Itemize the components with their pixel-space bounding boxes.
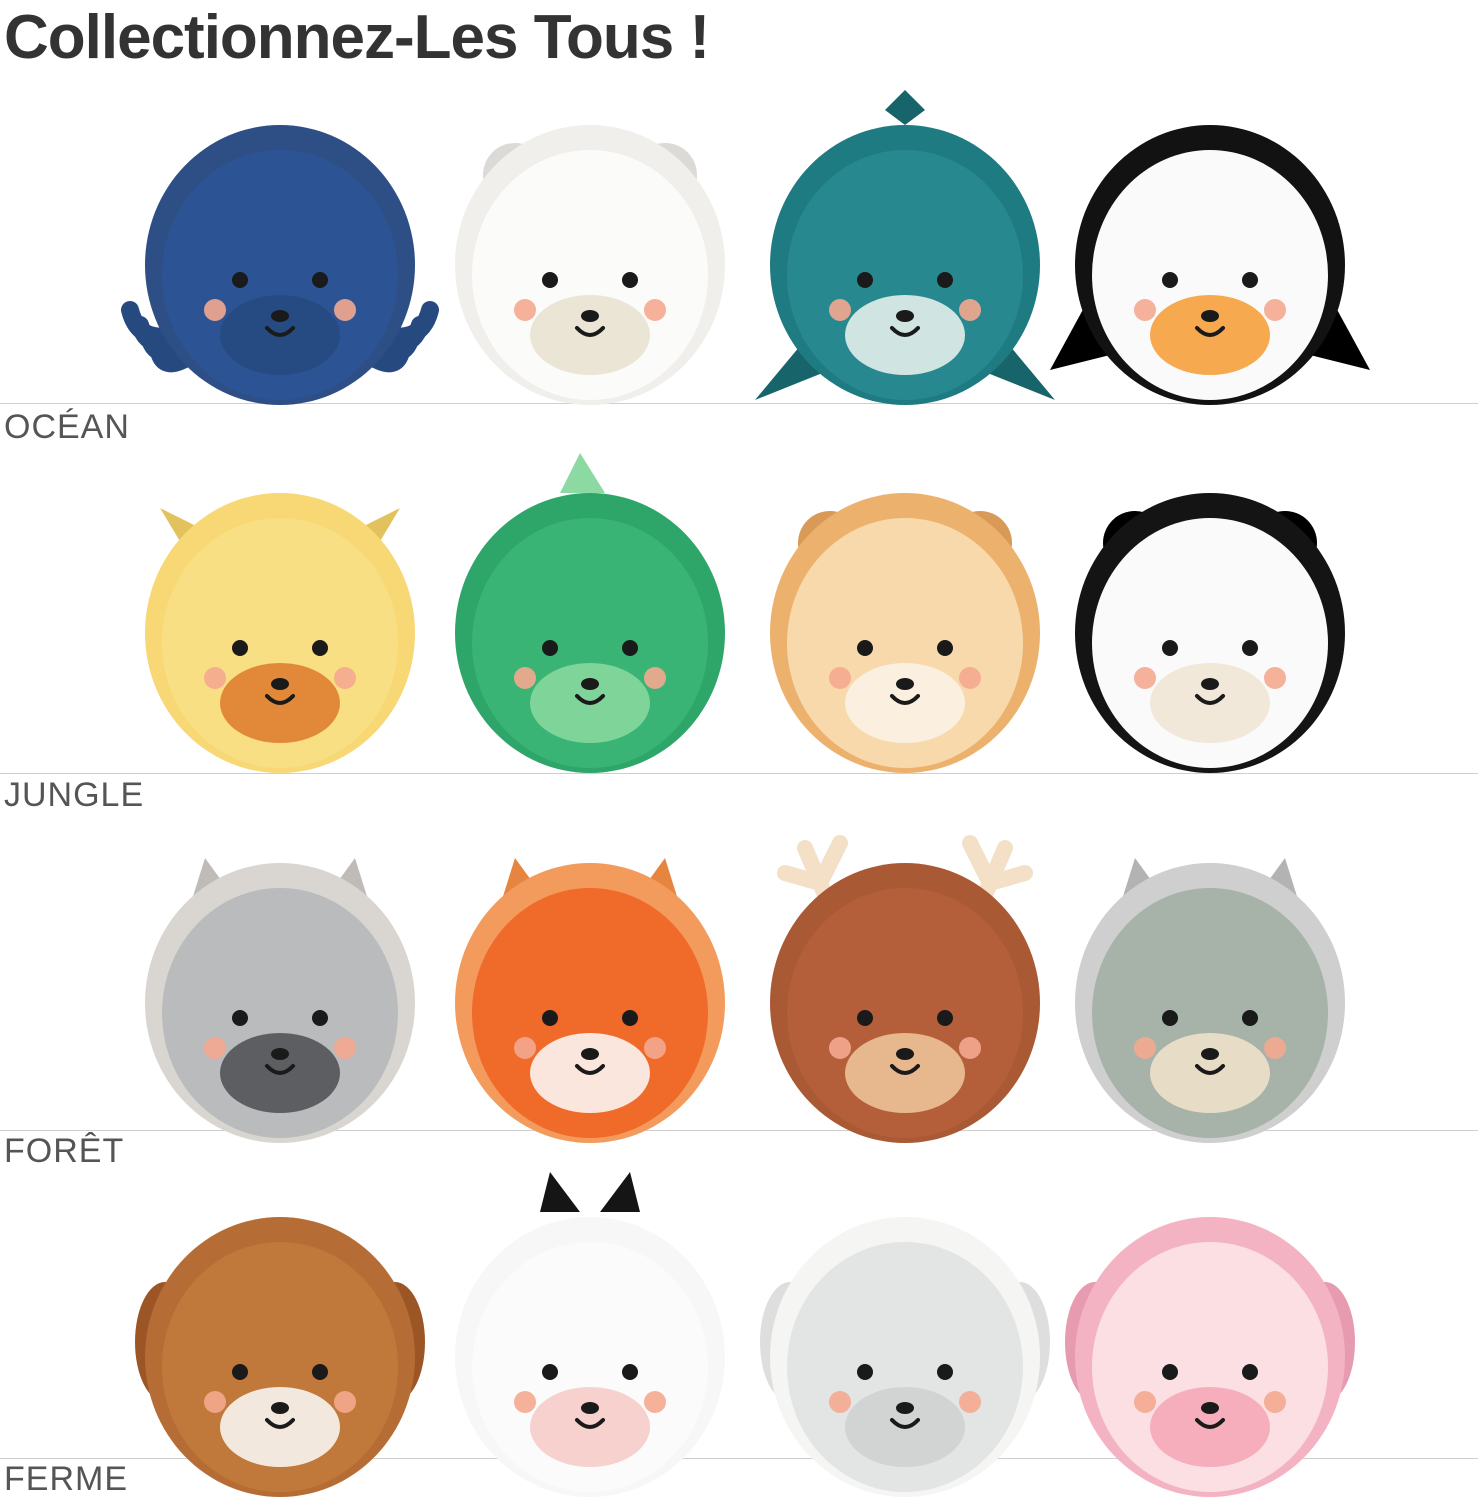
dinosaur-plush-icon: [430, 448, 750, 778]
polar-bear-plush-icon-graphic: [455, 125, 725, 405]
polar-bear-plush-icon: [430, 80, 750, 410]
bear-plush-icon: [745, 818, 1065, 1148]
pig-plush-icon: [1050, 1172, 1370, 1502]
penguin-plush-icon-graphic: [1050, 125, 1370, 405]
section-label: FORÊT: [4, 1132, 125, 1170]
penguin-plush-icon: [1050, 80, 1370, 410]
raccoon-plush-icon: [120, 818, 440, 1148]
owl-plush-icon: [1050, 818, 1370, 1148]
raccoon-plush-icon-graphic: [145, 858, 415, 1143]
section-label: JUNGLE: [4, 776, 145, 814]
dog-plush-icon-graphic: [135, 1217, 425, 1497]
giraffe-plush-icon: [120, 448, 440, 778]
section-label: FERME: [4, 1460, 128, 1498]
whale-plush-icon: [745, 80, 1065, 410]
sheep-plush-icon-graphic: [760, 1217, 1050, 1497]
dinosaur-plush-icon-graphic: [455, 453, 725, 773]
fox-plush-icon-graphic: [455, 858, 725, 1143]
owl-plush-icon-graphic: [1075, 858, 1345, 1143]
pig-plush-icon-graphic: [1065, 1217, 1355, 1497]
panda-plush-icon-graphic: [1075, 493, 1345, 773]
dog-plush-icon: [120, 1172, 440, 1502]
octopus-plush-icon-graphic: [121, 125, 439, 405]
panda-plush-icon: [1050, 448, 1370, 778]
lion-plush-icon: [745, 448, 1065, 778]
lion-plush-icon-graphic: [770, 493, 1040, 773]
sheep-plush-icon: [745, 1172, 1065, 1502]
whale-plush-icon-graphic: [755, 90, 1055, 405]
giraffe-plush-icon-graphic: [145, 493, 415, 773]
cow-plush-icon: [430, 1172, 750, 1502]
octopus-plush-icon: [120, 80, 440, 410]
cow-plush-icon-graphic: [455, 1172, 725, 1497]
section-label: OCÉAN: [4, 408, 130, 446]
bear-plush-icon-graphic: [770, 835, 1040, 1143]
fox-plush-icon: [430, 818, 750, 1148]
page-title: Collectionnez-Les Tous !: [4, 3, 710, 72]
